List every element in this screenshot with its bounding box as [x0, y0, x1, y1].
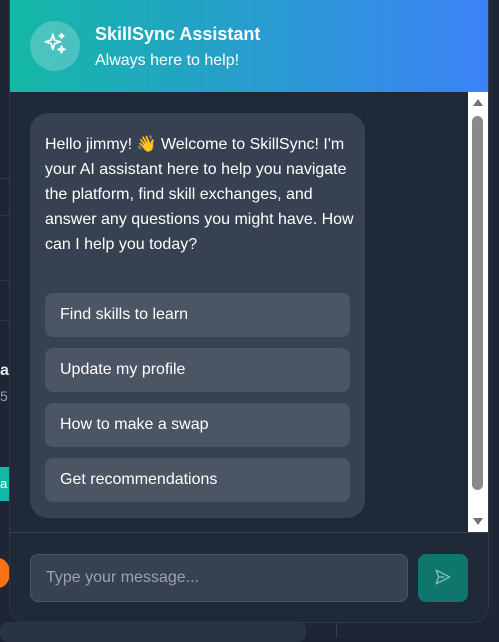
sparkles-icon [42, 31, 68, 62]
background-divider [0, 215, 10, 216]
background-divider [0, 320, 10, 321]
quick-reply-recommendations[interactable]: Get recommendations [45, 458, 350, 502]
chat-header: SkillSync Assistant Always here to help! [10, 0, 488, 92]
waving-hand-icon: 👋 [136, 134, 157, 153]
background-cut-subtitle: 5 [0, 388, 8, 404]
quick-reply-update-profile[interactable]: Update my profile [45, 348, 350, 392]
quick-reply-make-swap[interactable]: How to make a swap [45, 403, 350, 447]
quick-reply-find-skills[interactable]: Find skills to learn [45, 293, 350, 337]
background-bottom-bar [0, 622, 306, 642]
send-button[interactable] [418, 554, 468, 602]
send-icon [434, 568, 452, 589]
composer [10, 532, 488, 622]
assistant-avatar [30, 21, 80, 71]
assistant-message-bubble: Hello jimmy! 👋 Welcome to SkillSync! I'm… [30, 113, 365, 518]
chat-title: SkillSync Assistant [95, 24, 261, 44]
background-avatar [0, 558, 10, 588]
background-badge-text: a [0, 476, 8, 491]
background-divider [0, 280, 10, 281]
background-divider [0, 178, 10, 179]
message-body: Welcome to SkillSync! I'm your AI assist… [45, 136, 354, 253]
scroll-up-arrow-icon[interactable] [473, 99, 483, 106]
assistant-message-text: Hello jimmy! 👋 Welcome to SkillSync! I'm… [45, 131, 357, 257]
chat-window: SkillSync Assistant Always here to help!… [10, 0, 488, 622]
chat-subtitle: Always here to help! [95, 52, 240, 69]
greeting-text: Hello jimmy! [45, 136, 133, 153]
message-list[interactable]: Hello jimmy! 👋 Welcome to SkillSync! I'm… [10, 92, 488, 532]
message-scrollbar[interactable] [468, 92, 488, 532]
message-input[interactable] [30, 554, 408, 602]
background-badge: a [0, 467, 10, 501]
scrollbar-thumb[interactable] [472, 116, 483, 490]
scroll-down-arrow-icon[interactable] [473, 518, 483, 525]
background-column-divider [336, 620, 337, 638]
background-cut-title: a [0, 362, 9, 379]
